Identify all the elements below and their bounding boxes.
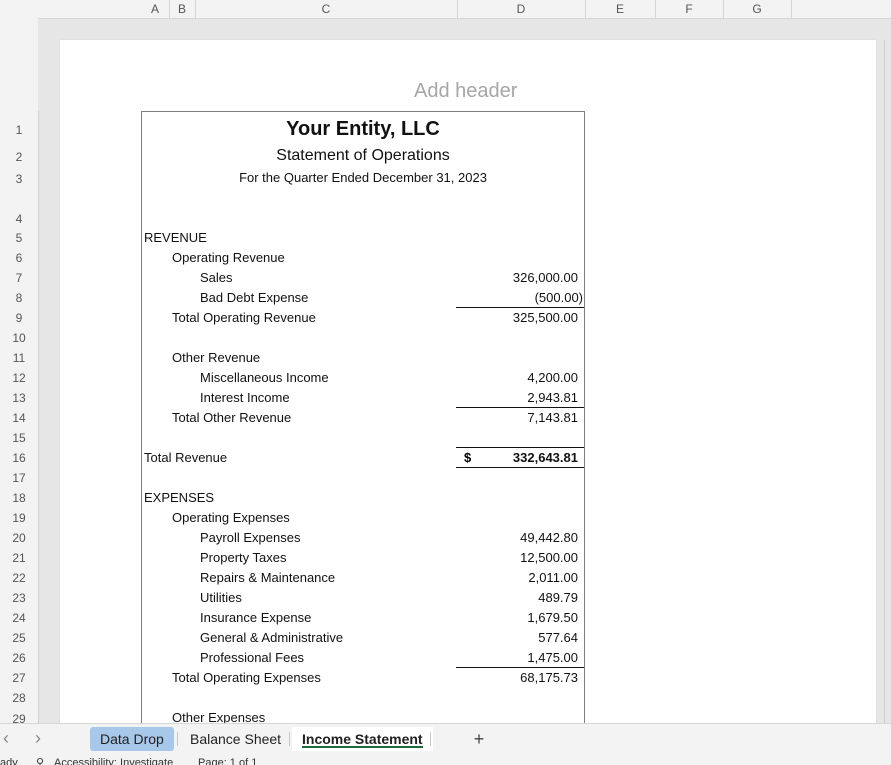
row-header[interactable]: 22 [0, 568, 38, 588]
revenue-heading[interactable]: REVENUE [144, 228, 207, 248]
row-header[interactable]: 27 [0, 668, 38, 688]
repairs-label[interactable]: Repairs & Maintenance [200, 568, 335, 588]
tab-separator [430, 732, 431, 746]
payroll-label[interactable]: Payroll Expenses [200, 528, 300, 548]
bad-debt-label[interactable]: Bad Debt Expense [200, 288, 308, 308]
sheet-tab-bar: ‹ › Data Drop Balance Sheet Income State… [0, 723, 891, 754]
row-header[interactable]: 2 [0, 147, 38, 167]
row-header[interactable]: 19 [0, 508, 38, 528]
row-header[interactable]: 13 [0, 388, 38, 408]
utilities-value[interactable]: 489.79 [456, 588, 578, 608]
total-revenue-label[interactable]: Total Revenue [144, 448, 227, 468]
page-indicator: Page: 1 of 1 [198, 757, 258, 765]
row-header[interactable]: 20 [0, 528, 38, 548]
column-header-c[interactable]: C [195, 0, 458, 18]
row-header[interactable]: 1 [0, 120, 38, 140]
accessibility-icon[interactable]: ⚲ [36, 757, 44, 765]
row-header[interactable]: 12 [0, 368, 38, 388]
add-sheet-button[interactable]: + [468, 727, 490, 751]
row-header[interactable]: 17 [0, 468, 38, 488]
column-header-g[interactable]: G [723, 0, 792, 18]
tab-income-statement-label: Income Statement [302, 731, 423, 747]
interest-income-label[interactable]: Interest Income [200, 388, 290, 408]
row-header[interactable]: 9 [0, 308, 38, 328]
professional-fees-value[interactable]: 1,475.00 [456, 648, 578, 668]
total-operating-expenses-label[interactable]: Total Operating Expenses [172, 668, 321, 688]
utilities-label[interactable]: Utilities [200, 588, 242, 608]
repairs-value[interactable]: 2,011.00 [456, 568, 578, 588]
tab-balance-sheet[interactable]: Balance Sheet [180, 727, 291, 751]
row-header[interactable]: 8 [0, 288, 38, 308]
row-header[interactable]: 11 [0, 348, 38, 368]
column-header-a[interactable]: A [141, 0, 170, 18]
total-other-revenue-value[interactable]: 7,143.81 [456, 408, 578, 428]
active-tab-underline [302, 746, 423, 748]
prev-sheet-button[interactable]: ‹ [0, 728, 16, 748]
row-header[interactable]: 23 [0, 588, 38, 608]
next-sheet-button[interactable]: › [28, 728, 48, 748]
bad-debt-value[interactable]: (500.00) [456, 288, 583, 308]
row-header[interactable]: 15 [0, 428, 38, 448]
interest-income-value[interactable]: 2,943.81 [456, 388, 578, 408]
row-header[interactable]: 14 [0, 408, 38, 428]
payroll-value[interactable]: 49,442.80 [456, 528, 578, 548]
column-headers: A B C D E F G [0, 0, 891, 19]
column-header-d[interactable]: D [457, 0, 586, 18]
page-edge [884, 40, 885, 730]
status-bar: ady ⚲ Accessibility: Investigate Page: 1… [0, 754, 891, 765]
total-other-revenue-label[interactable]: Total Other Revenue [172, 408, 291, 428]
row-header[interactable]: 6 [0, 248, 38, 268]
operating-revenue-label[interactable]: Operating Revenue [172, 248, 285, 268]
ga-value[interactable]: 577.64 [456, 628, 578, 648]
row-header[interactable]: 21 [0, 548, 38, 568]
statement-period[interactable]: For the Quarter Ended December 31, 2023 [141, 168, 585, 188]
column-header-b[interactable]: B [169, 0, 196, 18]
row-header[interactable]: 5 [0, 228, 38, 248]
accessibility-status[interactable]: Accessibility: Investigate [54, 757, 173, 765]
other-revenue-label[interactable]: Other Revenue [172, 348, 260, 368]
insurance-value[interactable]: 1,679.50 [456, 608, 578, 628]
sales-label[interactable]: Sales [200, 268, 233, 288]
operating-expenses-label[interactable]: Operating Expenses [172, 508, 290, 528]
entity-name[interactable]: Your Entity, LLC [141, 117, 585, 141]
property-taxes-label[interactable]: Property Taxes [200, 548, 286, 568]
misc-income-label[interactable]: Miscellaneous Income [200, 368, 329, 388]
tab-separator [289, 732, 290, 746]
total-revenue-value[interactable]: 332,643.81 [456, 448, 578, 468]
column-header-f[interactable]: F [655, 0, 724, 18]
misc-income-value[interactable]: 4,200.00 [456, 368, 578, 388]
tab-income-statement[interactable]: Income Statement [292, 727, 433, 751]
property-taxes-value[interactable]: 12,500.00 [456, 548, 578, 568]
ga-label[interactable]: General & Administrative [200, 628, 343, 648]
total-rule-bottom [456, 467, 584, 468]
row-header[interactable]: 10 [0, 328, 38, 348]
row-header[interactable]: 24 [0, 608, 38, 628]
expenses-heading[interactable]: EXPENSES [144, 488, 214, 508]
row-header[interactable]: 3 [0, 169, 38, 189]
sales-value[interactable]: 326,000.00 [456, 268, 578, 288]
statement-title[interactable]: Statement of Operations [141, 146, 585, 166]
row-header[interactable]: 18 [0, 488, 38, 508]
tab-separator [177, 732, 178, 746]
professional-fees-label[interactable]: Professional Fees [200, 648, 304, 668]
row-header[interactable]: 4 [0, 209, 38, 229]
row-headers: 1 2 3 4 5 6 7 8 9 10 11 12 13 14 15 16 1… [0, 18, 39, 726]
add-header-placeholder[interactable]: Add header [414, 80, 517, 103]
row-header[interactable]: 7 [0, 268, 38, 288]
total-operating-revenue-label[interactable]: Total Operating Revenue [172, 308, 316, 328]
tab-data-drop[interactable]: Data Drop [90, 727, 174, 751]
row-header[interactable]: 26 [0, 648, 38, 668]
insurance-label[interactable]: Insurance Expense [200, 608, 311, 628]
column-header-e[interactable]: E [585, 0, 656, 18]
row-header[interactable]: 28 [0, 688, 38, 708]
row-header[interactable]: 16 [0, 448, 38, 468]
row-header[interactable]: 25 [0, 628, 38, 648]
row-header-divider [38, 111, 39, 723]
total-operating-expenses-value[interactable]: 68,175.73 [456, 668, 578, 688]
status-ready: ady [0, 757, 18, 765]
total-operating-revenue-value[interactable]: 325,500.00 [456, 308, 578, 328]
